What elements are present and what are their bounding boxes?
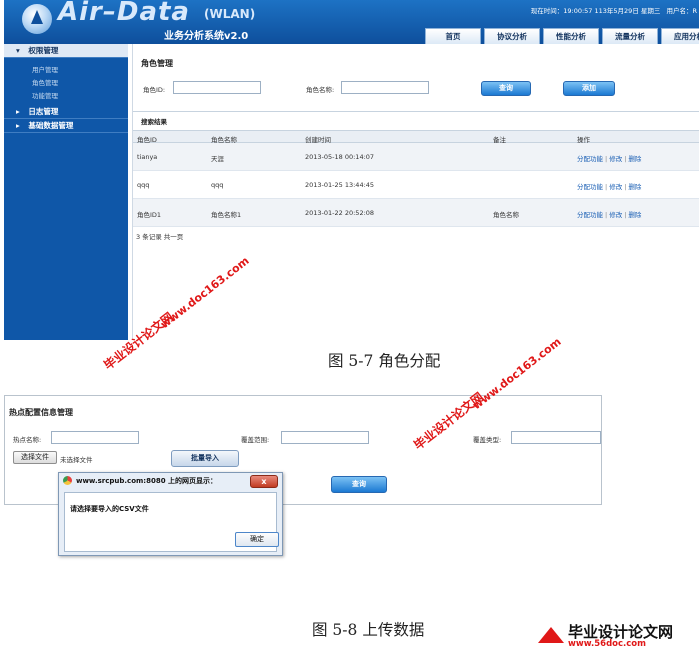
logo-icon xyxy=(538,627,564,643)
assign-function-link[interactable]: 分配功能 xyxy=(577,155,603,163)
coverage-label: 覆盖范围: xyxy=(241,436,270,444)
search-row: 角色ID: 角色名称: 查询 添加 xyxy=(139,81,699,101)
cell-actions: 分配功能 | 修改 | 删除 xyxy=(577,153,641,163)
dialog-body: 请选择要导入的CSV文件 确定 xyxy=(64,492,279,552)
delete-link[interactable]: 删除 xyxy=(628,155,641,163)
cell-note: 角色名称 xyxy=(493,211,519,219)
coverage-type-input[interactable] xyxy=(511,431,601,444)
edit-link[interactable]: 修改 xyxy=(609,155,622,163)
sidebar-group-label: 日志管理 xyxy=(28,107,59,116)
sidebar-item-user-management[interactable]: 用户管理 xyxy=(32,64,128,77)
cell-role-id: qqq xyxy=(137,181,150,189)
cell-role-name: 天涯 xyxy=(211,155,224,163)
bulk-import-button[interactable]: 批量导入 xyxy=(171,450,239,467)
action-separator: | xyxy=(624,155,627,163)
tab-performance-analysis[interactable]: 性能分析 xyxy=(543,28,599,44)
action-separator: | xyxy=(605,155,608,163)
logo-wlan: (WLAN) xyxy=(204,7,256,21)
add-button[interactable]: 添加 xyxy=(563,81,615,96)
user-label: 用户名：R xyxy=(666,7,697,15)
watermark-logo-url: www.56doc.com xyxy=(568,639,646,649)
table-row: tianya 天涯 2013-05-18 00:14:07 分配功能 | 修改 | 删除 xyxy=(133,143,699,171)
tab-traffic-analysis[interactable]: 流量分析 xyxy=(602,28,658,44)
sidebar-group-label: 基础数据管理 xyxy=(28,121,74,130)
time-label: 现在时间： xyxy=(530,7,564,15)
cell-created: 2013-01-22 20:52:08 xyxy=(305,209,375,217)
ok-button[interactable]: 确定 xyxy=(235,532,279,547)
sidebar-group-label: 权限管理 xyxy=(28,46,59,55)
app-header: Air–Data (WLAN) 业务分析系统v2.0 现在时间：19:00:57… xyxy=(4,0,699,44)
cell-role-id: tianya xyxy=(137,153,158,161)
edit-link[interactable]: 修改 xyxy=(609,183,622,191)
assign-function-link[interactable]: 分配功能 xyxy=(577,183,603,191)
cell-actions: 分配功能 | 修改 | 删除 xyxy=(577,209,641,219)
role-id-input[interactable] xyxy=(173,81,261,94)
figure-caption-5-8: 图 5-8 上传数据 xyxy=(312,621,425,639)
cell-created: 2013-05-18 00:14:07 xyxy=(305,153,375,161)
assign-function-link[interactable]: 分配功能 xyxy=(577,211,603,219)
coverage-type-label: 覆盖类型: xyxy=(473,436,502,444)
role-id-label: 角色ID: xyxy=(143,86,166,94)
form-title: 热点配置信息管理 xyxy=(9,408,73,417)
table-row: qqq qqq 2013-01-25 13:44:45 分配功能 | 修改 | 删除 xyxy=(133,171,699,199)
role-name-label: 角色名称: xyxy=(306,86,335,94)
choose-file-button[interactable]: 选择文件 xyxy=(13,451,57,464)
sidebar-item-role-management[interactable]: 角色管理 xyxy=(32,77,128,90)
sidebar-group-base-data[interactable]: ▸ 基础数据管理 xyxy=(4,119,128,133)
dialog-message: 请选择要导入的CSV文件 xyxy=(70,505,149,513)
tab-protocol-analysis[interactable]: 协议分析 xyxy=(484,28,540,44)
cell-role-id: 角色ID1 xyxy=(137,211,162,219)
section-divider xyxy=(133,111,699,112)
top-info: 现在时间：19:00:57 113年5月29日 星期三 用户名：R xyxy=(527,5,697,15)
role-name-input[interactable] xyxy=(341,81,429,94)
tab-application-analysis[interactable]: 应用分析 xyxy=(661,28,699,44)
cell-actions: 分配功能 | 修改 | 删除 xyxy=(577,181,641,191)
table-row: 角色ID1 角色名称1 2013-01-22 20:52:08 角色名称 分配功… xyxy=(133,199,699,227)
query-button[interactable]: 查询 xyxy=(481,81,531,96)
action-separator: | xyxy=(605,183,608,191)
cell-created: 2013-01-25 13:44:45 xyxy=(305,181,375,189)
browser-icon xyxy=(63,476,72,485)
sidebar-group-logs[interactable]: ▸ 日志管理 xyxy=(4,105,128,119)
logo-subtitle: 业务分析系统v2.0 xyxy=(164,31,249,42)
tab-home[interactable]: 首页 xyxy=(425,28,481,44)
file-status: 未选择文件 xyxy=(60,456,93,464)
action-separator: | xyxy=(624,211,627,219)
edit-link[interactable]: 修改 xyxy=(609,211,622,219)
record-count: 3 条记录 共一页 xyxy=(136,233,184,241)
table-header: 角色ID 角色名称 创建时间 备注 操作 xyxy=(133,130,699,144)
main-nav: 首页 协议分析 性能分析 流量分析 应用分析 xyxy=(422,28,699,44)
delete-link[interactable]: 删除 xyxy=(628,183,641,191)
sidebar-submenu: 用户管理 角色管理 功能管理 xyxy=(4,58,128,105)
action-separator: | xyxy=(624,183,627,191)
results-title: 搜索结果 xyxy=(141,118,167,126)
close-button[interactable]: x xyxy=(250,475,278,488)
cell-role-name: qqq xyxy=(211,181,224,189)
time-value: 19:00:57 113年5月29日 星期三 xyxy=(563,7,661,15)
sidebar-group-permissions[interactable]: ▾ 权限管理 xyxy=(4,44,128,58)
action-separator: | xyxy=(605,211,608,219)
logo-icon xyxy=(22,4,52,34)
role-management-app: Air–Data (WLAN) 业务分析系统v2.0 现在时间：19:00:57… xyxy=(4,0,699,340)
alert-dialog: www.srcpub.com:8080 上的网页显示： x 请选择要导入的CSV… xyxy=(58,472,283,556)
sidebar: ▾ 权限管理 用户管理 角色管理 功能管理 ▸ 日志管理 ▸ 基础数据管理 xyxy=(4,44,128,340)
query-button[interactable]: 查询 xyxy=(331,476,387,493)
main-panel: 角色管理 角色ID: 角色名称: 查询 添加 搜索结果 角色ID 角色名称 创建… xyxy=(132,44,699,340)
delete-link[interactable]: 删除 xyxy=(628,211,641,219)
sidebar-item-function-management[interactable]: 功能管理 xyxy=(32,90,128,103)
panel-title: 角色管理 xyxy=(141,59,173,68)
roles-table: 角色ID 角色名称 创建时间 备注 操作 tianya 天涯 2013-05-1… xyxy=(133,130,699,227)
hotspot-name-input[interactable] xyxy=(51,431,139,444)
cell-role-name: 角色名称1 xyxy=(211,211,242,219)
figure-caption-5-7: 图 5-7 角色分配 xyxy=(328,352,441,370)
watermark-logo: 毕业设计论文网 www.56doc.com xyxy=(538,620,698,654)
hotspot-name-label: 热点名称: xyxy=(13,436,42,444)
dialog-title: www.srcpub.com:8080 上的网页显示： xyxy=(63,476,217,489)
coverage-input[interactable] xyxy=(281,431,369,444)
logo-text: Air–Data xyxy=(58,0,190,27)
dialog-title-text: www.srcpub.com:8080 上的网页显示： xyxy=(76,477,218,485)
